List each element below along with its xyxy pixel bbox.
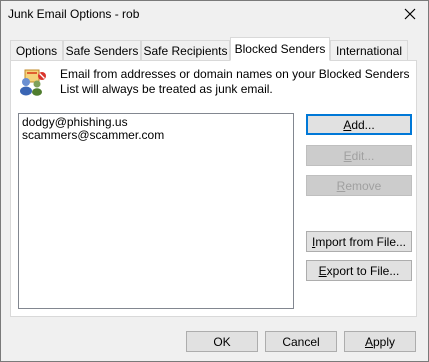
tab-label: International	[335, 43, 403, 58]
export-to-file-button[interactable]: Export to File...	[306, 260, 412, 281]
tab-options[interactable]: Options	[10, 40, 63, 60]
window-title: Junk Email Options - rob	[8, 7, 140, 21]
tab-label: Safe Recipients	[143, 43, 228, 58]
remove-button[interactable]: Remove	[306, 175, 412, 196]
blocked-senders-list[interactable]: dodgy@phishing.us scammers@scammer.com	[18, 113, 294, 309]
button-label: Import from File...	[311, 234, 407, 249]
list-item[interactable]: scammers@scammer.com	[22, 129, 290, 142]
button-label: OK	[213, 334, 231, 349]
tab-safe-senders[interactable]: Safe Senders	[63, 40, 141, 60]
tab-blocked-senders[interactable]: Blocked Senders	[230, 37, 330, 61]
description-text: Email from addresses or domain names on …	[60, 67, 410, 96]
cancel-button[interactable]: Cancel	[265, 331, 337, 352]
button-label: Apply	[364, 334, 396, 349]
button-label: Remove	[336, 178, 382, 193]
ok-button[interactable]: OK	[186, 331, 258, 352]
tab-international[interactable]: International	[330, 40, 408, 60]
button-label: Cancel	[282, 334, 320, 349]
button-label: Export to File...	[318, 263, 400, 278]
apply-button[interactable]: Apply	[344, 331, 416, 352]
import-from-file-button[interactable]: Import from File...	[306, 231, 412, 252]
blocked-senders-icon	[18, 68, 46, 96]
tab-label: Safe Senders	[65, 43, 139, 58]
tab-safe-recipients[interactable]: Safe Recipients	[141, 40, 230, 60]
tab-label: Options	[15, 43, 58, 58]
edit-button[interactable]: Edit...	[306, 145, 412, 166]
close-button[interactable]	[398, 4, 422, 24]
close-icon	[404, 8, 416, 20]
button-label: Edit...	[343, 148, 375, 163]
button-label: Add...	[343, 117, 375, 132]
add-button[interactable]: Add...	[306, 114, 412, 135]
tab-label: Blocked Senders	[234, 42, 326, 56]
